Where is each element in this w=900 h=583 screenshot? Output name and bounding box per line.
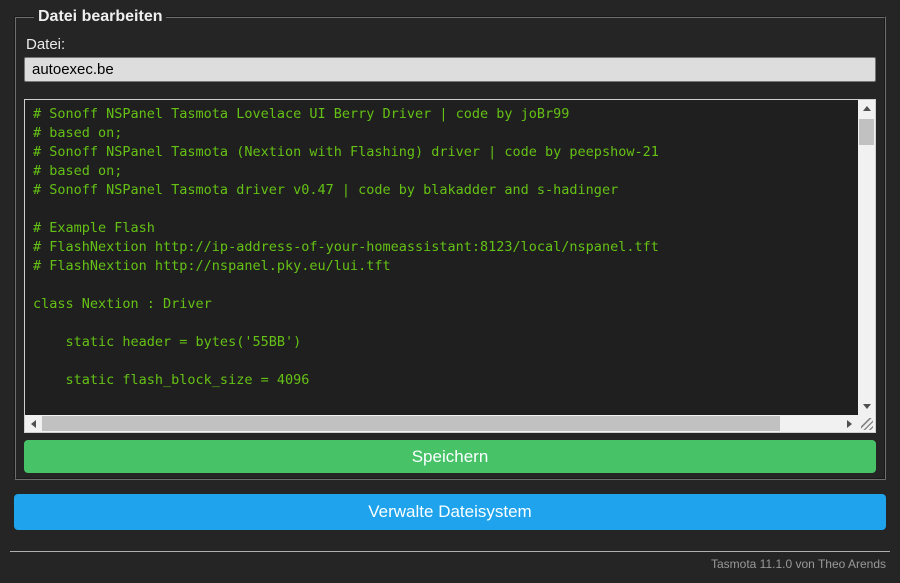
- scroll-down-icon: [862, 404, 871, 409]
- scrollbar-corner: [858, 415, 875, 432]
- scroll-left-button[interactable]: [25, 415, 42, 432]
- save-button[interactable]: Speichern: [24, 440, 876, 473]
- scroll-left-icon: [31, 419, 36, 428]
- vertical-scrollbar-thumb[interactable]: [859, 119, 874, 145]
- scroll-right-button[interactable]: [841, 415, 858, 432]
- horizontal-scrollbar[interactable]: [25, 415, 858, 432]
- scroll-down-button[interactable]: [858, 398, 875, 415]
- fieldset-legend: Datei bearbeiten: [38, 8, 163, 25]
- file-editor[interactable]: # Sonoff NSPanel Tasmota Lovelace UI Ber…: [24, 99, 876, 433]
- vertical-scrollbar[interactable]: [858, 100, 875, 415]
- page-container: Datei bearbeiten Datei: # Sonoff NSPanel…: [0, 0, 900, 571]
- file-editor-content: # Sonoff NSPanel Tasmota Lovelace UI Ber…: [33, 106, 659, 388]
- page-footer: Tasmota 11.1.0 von Theo Arends: [10, 551, 890, 571]
- file-name-input[interactable]: [24, 57, 876, 82]
- scroll-up-icon: [862, 106, 871, 111]
- scroll-right-icon: [847, 419, 852, 428]
- edit-file-fieldset: Datei bearbeiten Datei: # Sonoff NSPanel…: [14, 8, 886, 480]
- resize-grip-icon[interactable]: [861, 418, 873, 430]
- manage-filesystem-button[interactable]: Verwalte Dateisystem: [14, 494, 886, 530]
- footer-version-text: Tasmota 11.1.0 von Theo Arends: [710, 557, 886, 571]
- file-name-label: Datei:: [26, 36, 66, 53]
- scroll-up-button[interactable]: [858, 100, 875, 117]
- horizontal-scrollbar-thumb[interactable]: [42, 416, 780, 431]
